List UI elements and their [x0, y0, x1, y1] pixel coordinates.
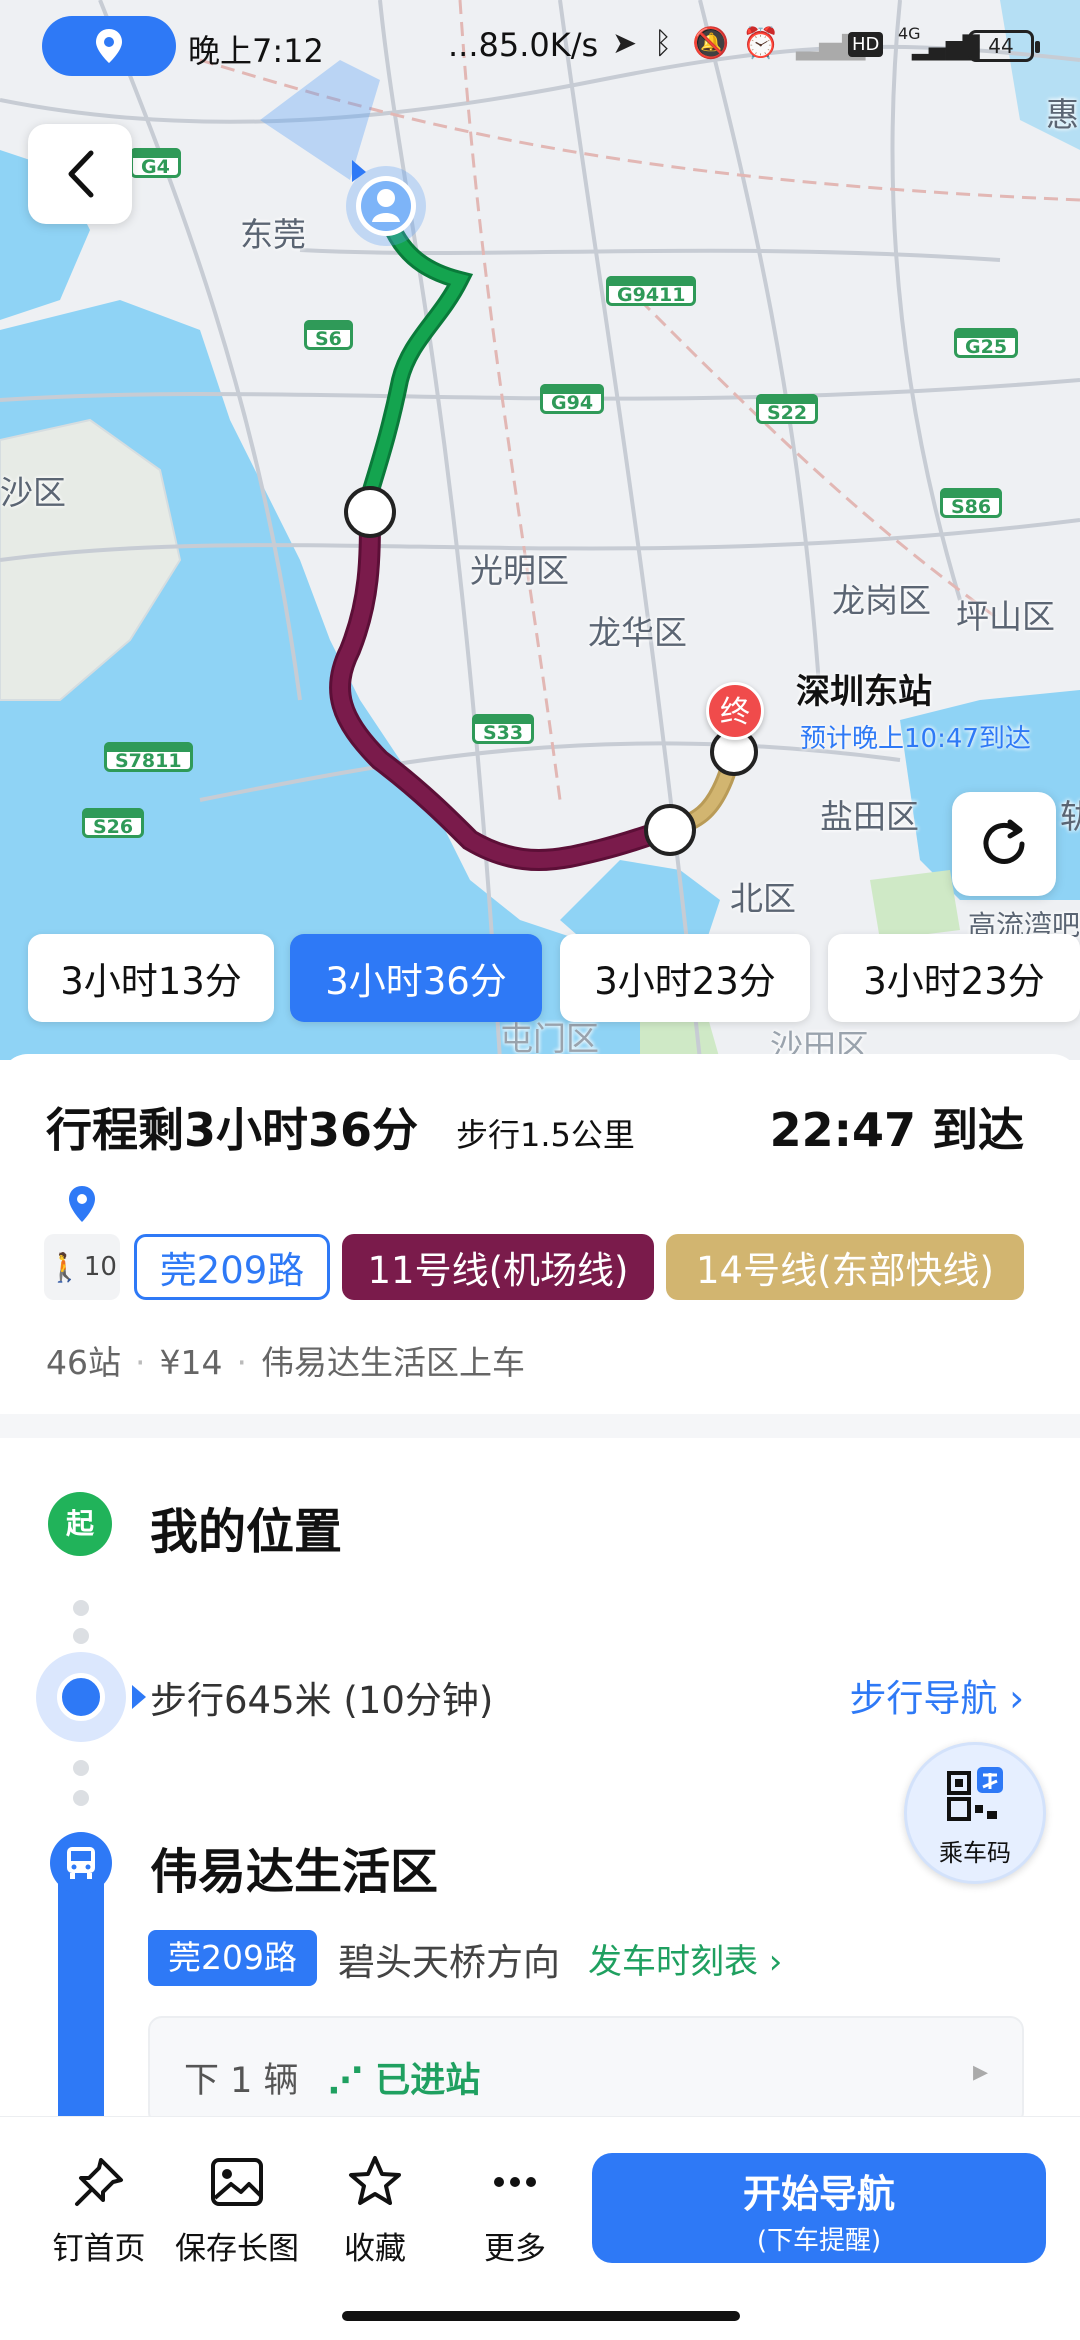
- highway-sign-g9411: G9411: [606, 276, 697, 306]
- route-option-1[interactable]: 3小时13分: [28, 934, 274, 1022]
- qr-code-icon: [947, 1767, 1003, 1821]
- highway-sign-g94: G94: [540, 384, 605, 414]
- map-label-longhua: 龙华区: [588, 613, 687, 652]
- status-net-speed: ...85.0K/s: [448, 26, 599, 64]
- bus-direction: 碧头天桥方向: [338, 1941, 560, 1984]
- save-long-image-button[interactable]: 保存长图: [172, 2147, 302, 2268]
- trip-remaining-title: 行程剩3小时36分: [46, 1103, 419, 1157]
- map-label-guangming: 光明区: [470, 551, 569, 590]
- favorite-label: 收藏: [344, 2231, 406, 2267]
- start-navigation-button[interactable]: 开始导航 (下车提醒): [592, 2153, 1046, 2263]
- walk-segment-chip: 🚶 10: [44, 1234, 120, 1300]
- route-option-3[interactable]: 3小时23分: [560, 934, 810, 1022]
- chevron-right-icon: ▸: [972, 2054, 988, 2089]
- highway-sign-g25: G25: [954, 328, 1019, 358]
- timeline-dot: [73, 1760, 89, 1776]
- bus-icon: [50, 1832, 112, 1894]
- section-divider: [0, 1414, 1080, 1438]
- location-pin-icon: [69, 1186, 95, 1222]
- refresh-button[interactable]: [952, 792, 1056, 896]
- bus-arrived-status: ⋰ 已进站: [328, 2061, 481, 2101]
- destination-eta: 预计晚上10:47到达: [800, 724, 1031, 754]
- route-summary: 46站 · ¥14 · 伟易达生活区上车: [46, 1343, 525, 1382]
- star-icon: [349, 2156, 401, 2205]
- start-location-title: 我的位置: [150, 1504, 343, 1560]
- bus-line-chip[interactable]: 莞209路: [148, 1930, 317, 1986]
- more-label: 更多: [484, 2231, 546, 2267]
- map-label-dongguan: 东莞: [240, 215, 306, 254]
- walk-navigation-link[interactable]: 步行导航 ›: [849, 1668, 1024, 1722]
- more-button[interactable]: 更多: [450, 2147, 580, 2268]
- pin-to-home-button[interactable]: 钉首页: [34, 2147, 164, 2268]
- map-label-pingshan: 坪山区: [956, 597, 1055, 636]
- boarding-stop-title: 伟易达生活区: [150, 1844, 439, 1900]
- start-navigation-sublabel: (下车提醒): [756, 2226, 882, 2256]
- fare: ¥14: [159, 1343, 223, 1382]
- hd-badge: HD: [848, 32, 884, 57]
- status-time: 晚上7:12: [188, 32, 324, 70]
- map-label-shaqu: 沙区: [0, 473, 66, 512]
- walking-person-icon: 🚶: [47, 1250, 82, 1284]
- line-chip-bus[interactable]: 莞209路: [134, 1234, 330, 1300]
- location-pill[interactable]: [42, 16, 176, 76]
- highway-sign-s6: S6: [304, 320, 353, 350]
- bottom-action-bar: 钉首页 保存长图 收藏 更多 开始导航 (下车提醒): [0, 2116, 1080, 2340]
- alarm-icon: ⏰: [742, 26, 780, 61]
- status-bar: 晚上7:12 ...85.0K/s ➤ ᛒ 🔕 ⏰ ▂▄▆ HD 4G ▂▄▆█…: [0, 0, 1080, 96]
- pin-icon: [75, 2158, 123, 2206]
- timeline-dot: [73, 1628, 89, 1644]
- location-pin-icon: [96, 29, 122, 63]
- timeline-dot: [73, 1600, 89, 1616]
- battery-indicator: 44: [968, 30, 1040, 62]
- favorite-button[interactable]: 收藏: [310, 2147, 440, 2268]
- highway-sign-s26: S26: [82, 808, 145, 838]
- realtime-signal-icon: ⋰: [328, 2061, 376, 2101]
- next-bus-label: 下 1 辆: [184, 2061, 299, 2101]
- ride-qr-label: 乘车码: [939, 1839, 1011, 1867]
- more-dots-icon: [494, 2177, 536, 2187]
- map-label-beiqu: 北区: [730, 879, 796, 918]
- start-badge: 起: [48, 1492, 112, 1556]
- highway-sign-s33: S33: [472, 714, 535, 744]
- station-count: 46站: [46, 1343, 121, 1382]
- map-label-edge: 轨: [1060, 797, 1080, 836]
- back-button[interactable]: [28, 124, 132, 224]
- destination-marker[interactable]: 终: [706, 682, 764, 740]
- map-label-yantian: 盐田区: [820, 797, 919, 836]
- save-long-image-label: 保存长图: [175, 2231, 299, 2267]
- image-icon: [211, 2158, 263, 2206]
- mute-bell-icon: 🔕: [692, 26, 730, 61]
- gps-icon: ➤: [612, 26, 638, 61]
- highway-sign-s86: S86: [940, 488, 1003, 518]
- next-bus-panel[interactable]: 下 1 辆 ⋰ 已进站 ▸: [148, 2016, 1024, 2126]
- bluetooth-icon: ᛒ: [654, 26, 672, 61]
- route-option-4[interactable]: 3小时23分: [828, 934, 1080, 1022]
- walk-chip-minutes: 10: [83, 1252, 117, 1282]
- highway-sign-g4: G4: [130, 148, 181, 178]
- ride-qr-button[interactable]: 乘车码: [904, 1742, 1046, 1884]
- walk-distance: 步行1.5公里: [456, 1116, 635, 1154]
- line-chip-metro-11[interactable]: 11号线(机场线): [342, 1234, 654, 1300]
- walk-step-text: 步行645米 (10分钟): [150, 1679, 494, 1722]
- line-chip-metro-14[interactable]: 14号线(东部快线): [666, 1234, 1024, 1300]
- arrival-time: 22:47 到达: [769, 1103, 1024, 1157]
- map-label-longgang: 龙岗区: [832, 581, 931, 620]
- route-option-2[interactable]: 3小时36分: [290, 934, 542, 1022]
- boarding-stop: 伟易达生活区上车: [261, 1343, 525, 1382]
- destination-name[interactable]: 深圳东站: [796, 664, 932, 713]
- highway-sign-s7811: S7811: [104, 742, 193, 772]
- refresh-icon: [983, 819, 1025, 864]
- timetable-link[interactable]: 发车时刻表 ›: [588, 1934, 782, 1983]
- map-view[interactable]: 东莞 沙区 光明区 龙华区 龙岗区 坪山区 盐田区 北区 高流湾吧 惠 轨 屯门…: [0, 0, 1080, 1060]
- highway-sign-s22: S22: [756, 394, 819, 424]
- walk-step-node: [36, 1652, 146, 1742]
- timeline-dot: [73, 1790, 89, 1806]
- start-navigation-label: 开始导航: [742, 2172, 895, 2216]
- chevron-left-icon: [68, 150, 94, 198]
- home-indicator[interactable]: [342, 2311, 740, 2321]
- pin-to-home-label: 钉首页: [52, 2231, 146, 2267]
